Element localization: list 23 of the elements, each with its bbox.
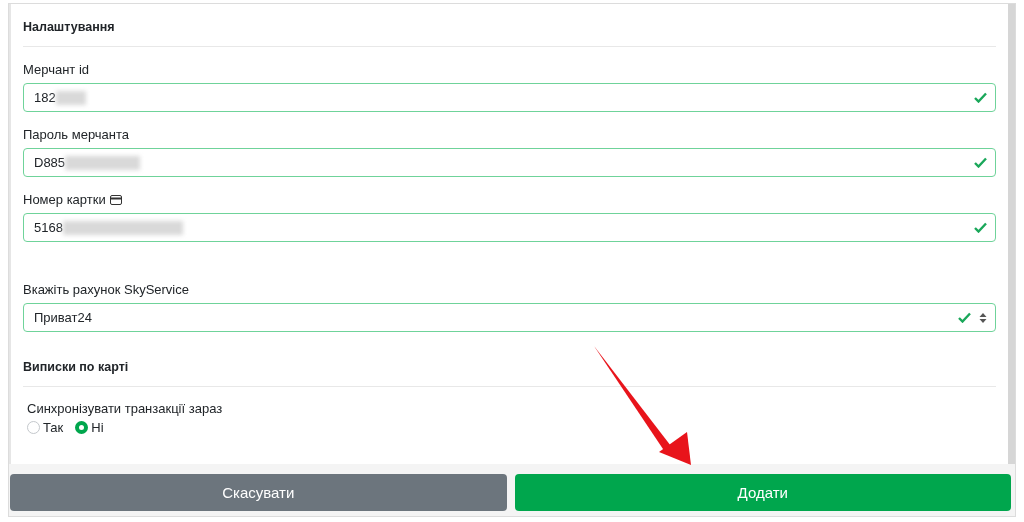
field-label: Пароль мерчанта [23,127,130,142]
check-icon [958,312,971,323]
radio-button[interactable] [75,421,89,434]
radio-label[interactable]: Ні [91,420,104,435]
scrollbar[interactable] [1008,4,1015,464]
radio-button[interactable] [27,421,40,434]
select-field[interactable]: Приват24 [23,303,996,332]
section-title: Налаштування [23,14,996,47]
field-label: Вкажіть рахунок SkyService [23,282,189,297]
input-field[interactable]: D885 [23,148,996,177]
input-field[interactable]: 5168 [23,213,996,242]
radio-label[interactable]: Так [43,420,64,435]
redaction-blur [55,90,86,105]
field-label: Мерчант id [23,62,89,77]
check-icon [974,157,987,168]
radio-group-label: Синхронізувати транзакції зараз [26,401,224,416]
cancel-button[interactable]: Скасувати [10,474,507,511]
check-icon [974,92,987,103]
section-title: Виписки по карті [23,354,996,387]
check-icon [974,222,987,233]
input-field[interactable]: 182 [23,83,996,112]
field-label: Номер картки [23,192,106,207]
sort-icon [979,312,987,323]
